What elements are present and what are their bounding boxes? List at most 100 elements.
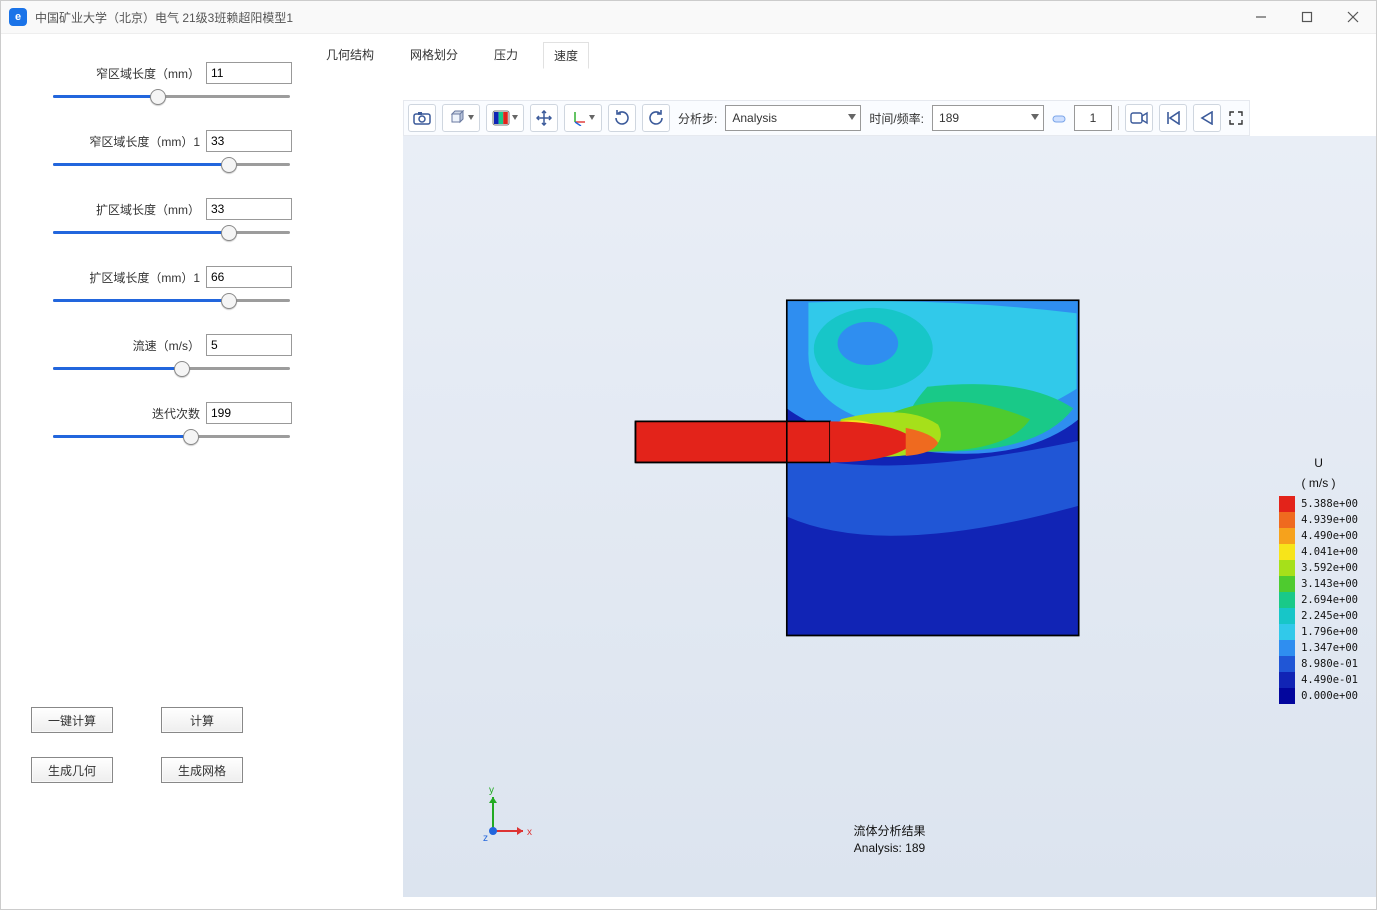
param-4: 流速（m/s） <box>17 334 292 378</box>
legend-value: 0.000e+00 <box>1301 690 1358 702</box>
legend-entry: 4.490e+00 <box>1279 528 1358 544</box>
sidebar: 窄区域长度（mm） 窄区域长度（mm）1 扩区域长度（mm） 扩区域长度（mm）… <box>1 34 309 909</box>
param-input[interactable] <box>206 266 292 288</box>
legend-entry: 4.939e+00 <box>1279 512 1358 528</box>
maximize-button[interactable] <box>1284 2 1330 32</box>
first-frame-button[interactable] <box>1159 104 1187 132</box>
pan-button[interactable] <box>530 104 558 132</box>
step-back-icon <box>1200 111 1214 125</box>
step-spinner[interactable]: 1 <box>1074 105 1112 131</box>
legend-entry: 4.041e+00 <box>1279 544 1358 560</box>
button-row-1: 一键计算 计算 <box>31 707 292 733</box>
calc-button[interactable]: 计算 <box>161 707 243 733</box>
gen-mesh-button[interactable]: 生成网格 <box>161 757 243 783</box>
legend-swatch <box>1279 496 1295 512</box>
skip-first-icon <box>1166 111 1180 125</box>
param-label: 流速（m/s） <box>133 337 200 354</box>
param-2: 扩区域长度（mm） <box>17 198 292 242</box>
rotate-ccw-button[interactable] <box>608 104 636 132</box>
chevron-down-icon <box>589 115 595 121</box>
analysis-step-label: 分析步: <box>678 110 717 127</box>
result-title: 流体分析结果 Analysis: 189 <box>853 823 925 857</box>
param-input[interactable] <box>206 402 292 424</box>
fullscreen-button[interactable] <box>1227 105 1245 131</box>
colormap-button[interactable] <box>486 104 524 132</box>
chevron-down-icon <box>468 115 474 121</box>
legend-entry: 3.143e+00 <box>1279 576 1358 592</box>
maximize-icon <box>1301 11 1313 23</box>
snapshot-button[interactable] <box>408 104 436 132</box>
prev-frame-button[interactable] <box>1193 104 1221 132</box>
legend-value: 2.694e+00 <box>1301 594 1358 606</box>
legend-value: 2.245e+00 <box>1301 610 1358 622</box>
param-slider[interactable] <box>53 426 290 446</box>
analysis-step-select[interactable]: Analysis <box>725 105 861 131</box>
view-cube-button[interactable] <box>442 104 480 132</box>
result-title-line2: Analysis: 189 <box>853 840 925 857</box>
record-button[interactable] <box>1125 104 1153 132</box>
legend-value: 1.347e+00 <box>1301 642 1358 654</box>
legend-entry: 8.980e-01 <box>1279 656 1358 672</box>
param-slider[interactable] <box>53 290 290 310</box>
close-button[interactable] <box>1330 2 1376 32</box>
separator <box>1118 106 1119 130</box>
param-label: 扩区域长度（mm）1 <box>89 269 200 286</box>
param-slider[interactable] <box>53 222 290 242</box>
legend-var: U <box>1279 456 1358 470</box>
time-freq-select[interactable]: 189 <box>932 105 1044 131</box>
param-input[interactable] <box>206 62 292 84</box>
legend-value: 4.939e+00 <box>1301 514 1358 526</box>
legend-value: 3.592e+00 <box>1301 562 1358 574</box>
tab-速度[interactable]: 速度 <box>543 42 589 69</box>
param-input[interactable] <box>206 198 292 220</box>
application-window: e 中国矿业大学（北京）电气 21级3班赖超阳模型1 窄区域长度（mm） 窄区域… <box>0 0 1377 910</box>
tab-几何结构[interactable]: 几何结构 <box>315 41 385 68</box>
legend-entry: 2.694e+00 <box>1279 592 1358 608</box>
close-icon <box>1347 11 1359 23</box>
param-slider[interactable] <box>53 86 290 106</box>
cube-icon <box>448 110 466 126</box>
svg-text:x: x <box>527 827 532 838</box>
legend-value: 3.143e+00 <box>1301 578 1358 590</box>
param-label: 窄区域长度（mm） <box>96 65 200 82</box>
param-5: 迭代次数 <box>17 402 292 446</box>
legend-swatch <box>1279 656 1295 672</box>
rotate-cw-button[interactable] <box>642 104 670 132</box>
gen-geom-button[interactable]: 生成几何 <box>31 757 113 783</box>
toggle-mini-button[interactable] <box>1050 105 1068 131</box>
legend-entry: 1.347e+00 <box>1279 640 1358 656</box>
main-area: 几何结构网格划分压力速度 <box>309 34 1376 909</box>
tab-网格划分[interactable]: 网格划分 <box>399 41 469 68</box>
video-icon <box>1130 111 1148 125</box>
minimize-button[interactable] <box>1238 2 1284 32</box>
legend-swatch <box>1279 544 1295 560</box>
tab-压力[interactable]: 压力 <box>483 41 529 68</box>
analysis-step-value: Analysis <box>732 111 777 125</box>
legend-value: 5.388e+00 <box>1301 498 1358 510</box>
legend-value: 8.980e-01 <box>1301 658 1358 670</box>
axis-options-button[interactable] <box>564 104 602 132</box>
param-slider[interactable] <box>53 358 290 378</box>
param-input[interactable] <box>206 334 292 356</box>
chevron-down-icon <box>848 114 856 120</box>
one-click-calc-button[interactable]: 一键计算 <box>31 707 113 733</box>
legend-entry: 2.245e+00 <box>1279 608 1358 624</box>
legend-value: 4.490e-01 <box>1301 674 1358 686</box>
legend-swatch <box>1279 592 1295 608</box>
window-controls <box>1238 2 1376 32</box>
legend-entry: 0.000e+00 <box>1279 688 1358 704</box>
step-spinner-value: 1 <box>1090 111 1097 125</box>
titlebar: e 中国矿业大学（北京）电气 21级3班赖超阳模型1 <box>1 1 1376 34</box>
window-title: 中国矿业大学（北京）电气 21级3班赖超阳模型1 <box>35 9 1238 26</box>
contour-plot <box>403 136 1376 897</box>
param-input[interactable] <box>206 130 292 152</box>
param-label: 扩区域长度（mm） <box>96 201 200 218</box>
chevron-down-icon <box>1031 114 1039 120</box>
param-slider[interactable] <box>53 154 290 174</box>
chevron-down-icon <box>512 115 518 121</box>
legend-entry: 1.796e+00 <box>1279 624 1358 640</box>
minimize-icon <box>1255 11 1267 23</box>
param-1: 窄区域长度（mm）1 <box>17 130 292 174</box>
tabbar: 几何结构网格划分压力速度 <box>309 40 1376 68</box>
plot-viewport[interactable]: x y z 流体分析结果 Analysis: 189 U <box>403 136 1376 897</box>
